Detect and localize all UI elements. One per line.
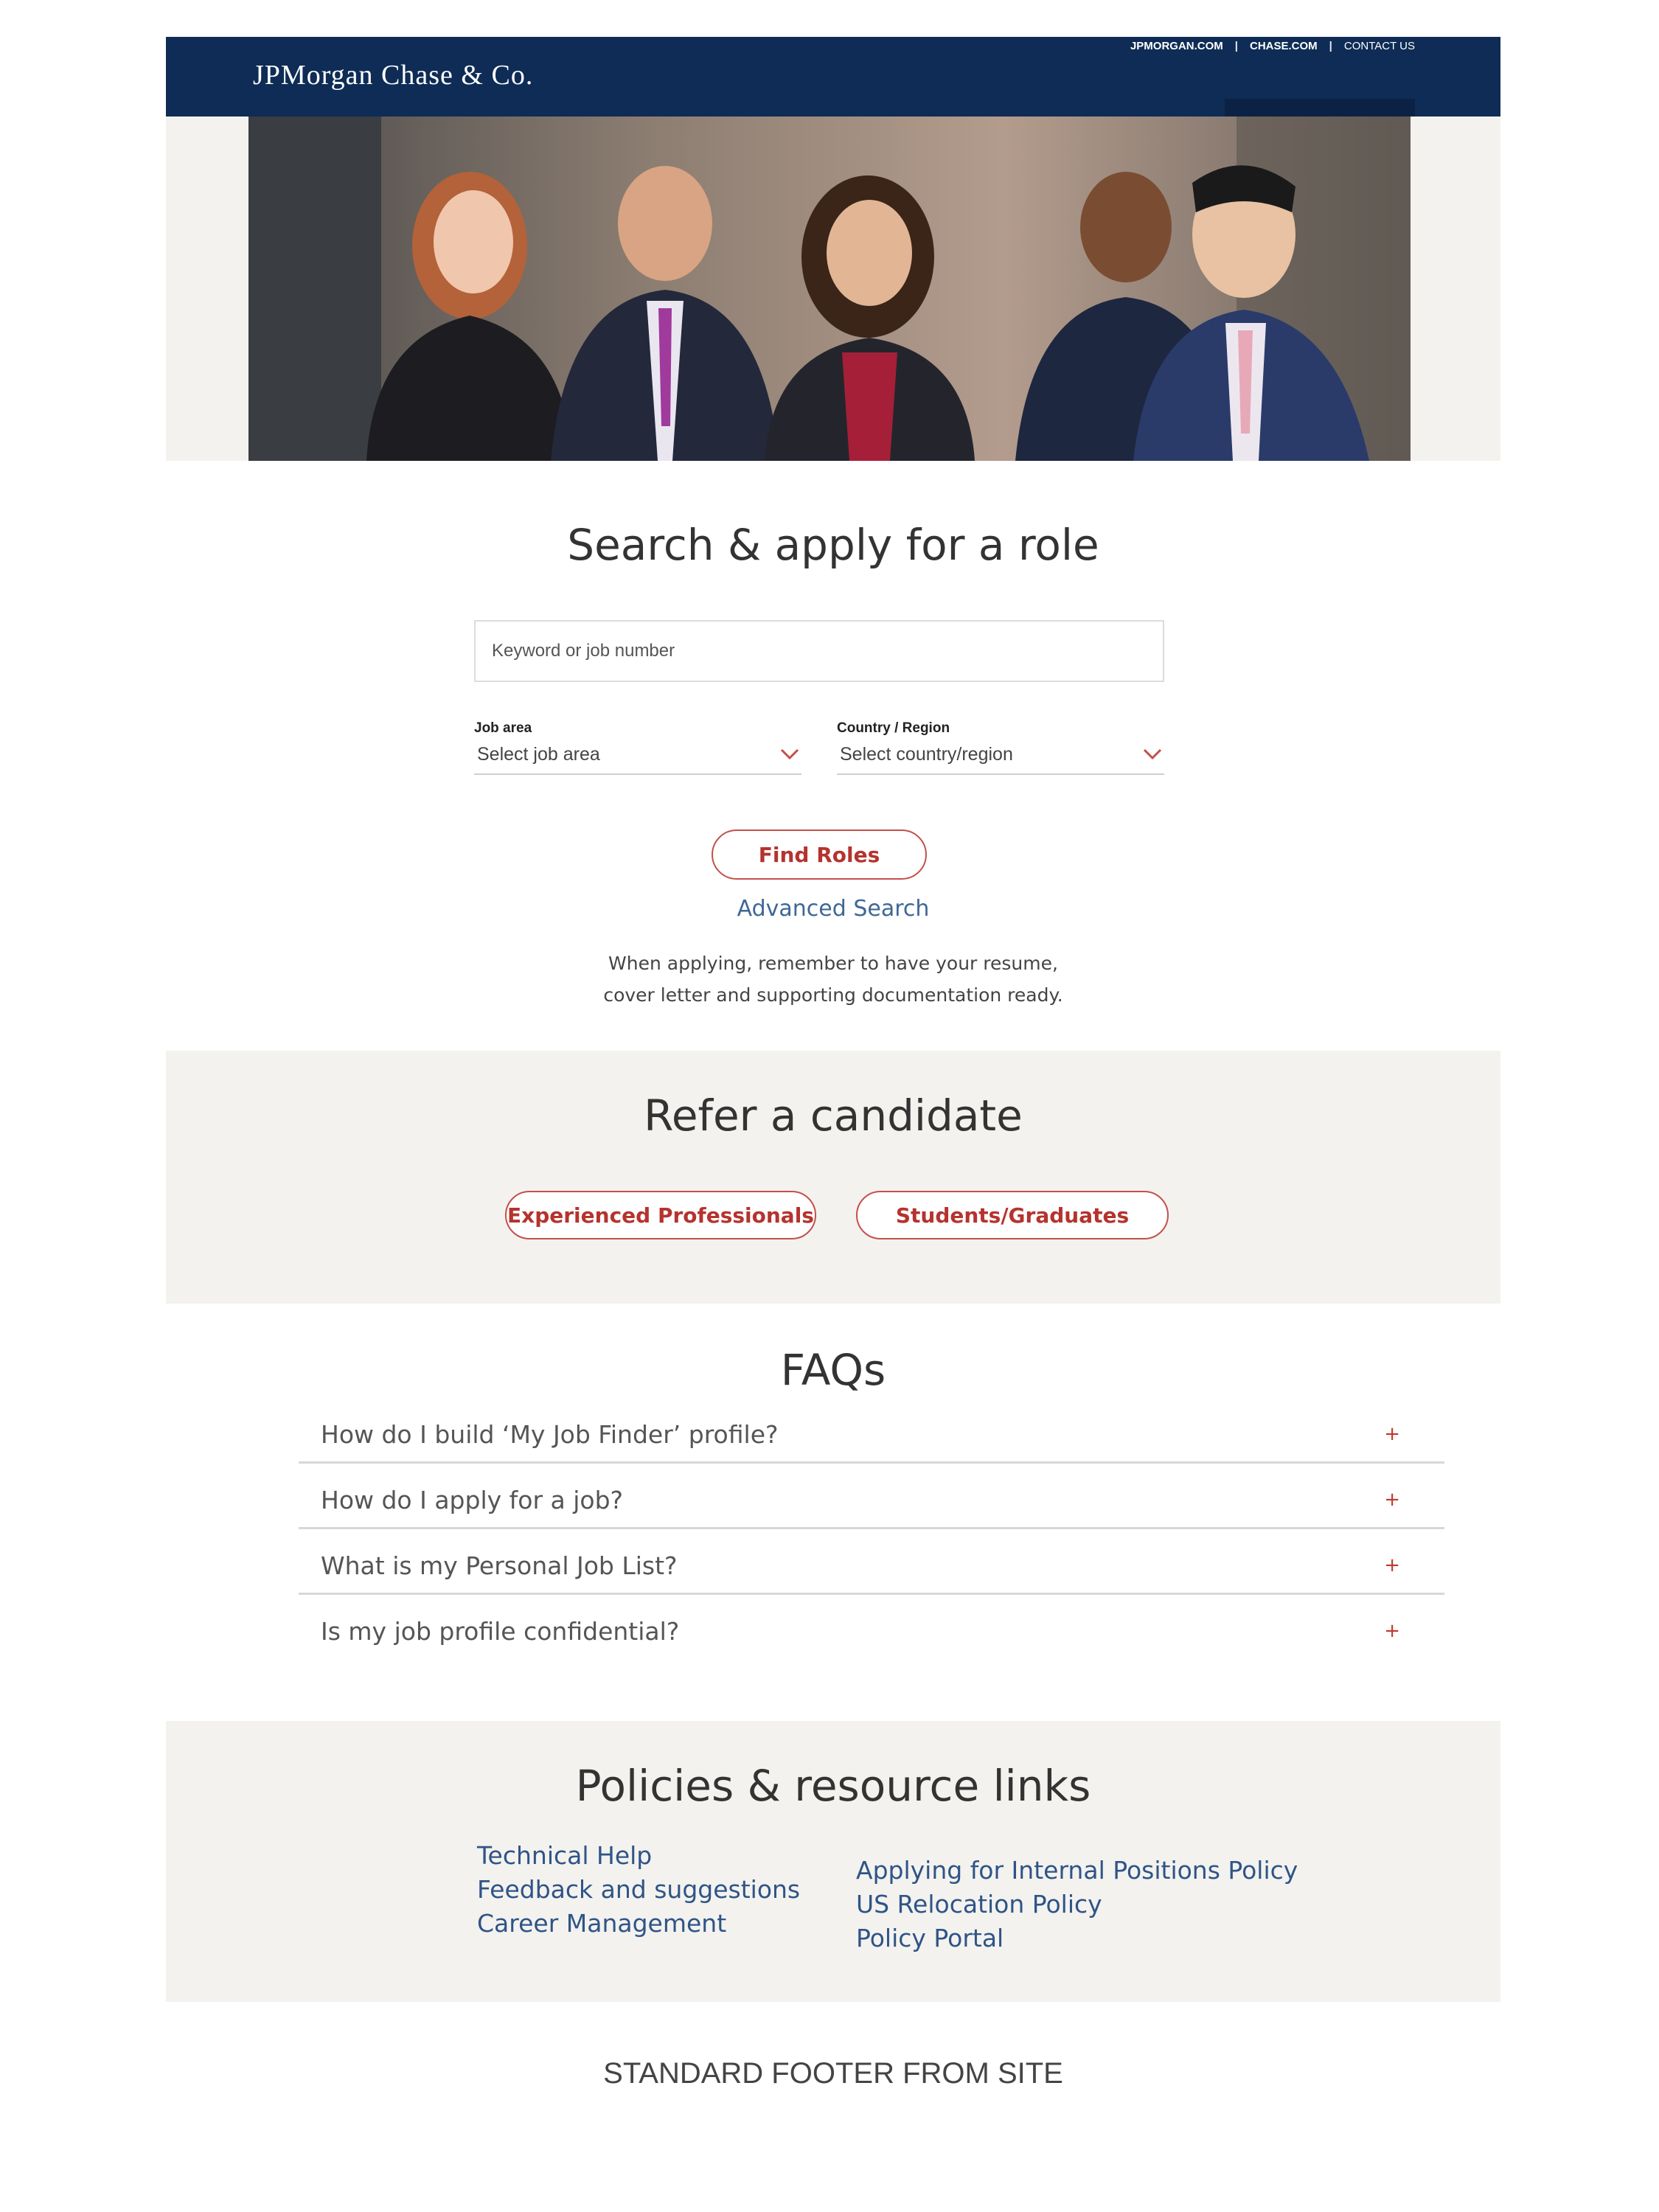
search-title: Search & apply for a role — [567, 520, 1099, 570]
hero-image — [248, 116, 1411, 461]
faq-question: What is my Personal Job List? — [321, 1551, 678, 1580]
job-area-dropdown[interactable]: Select job area — [474, 744, 801, 775]
note-line: When applying, remember to have your res… — [608, 953, 1058, 974]
faq-item[interactable]: What is my Personal Job List? + — [299, 1529, 1444, 1595]
faq-question: How do I build ‘My Job Finder’ profile? — [321, 1420, 779, 1449]
experienced-professionals-button[interactable]: Experienced Professionals — [505, 1191, 816, 1239]
technical-help-link[interactable]: Technical Help — [477, 1839, 800, 1873]
application-note: When applying, remember to have your res… — [166, 947, 1500, 1011]
job-area-select: Job area Select job area — [474, 720, 801, 775]
expand-plus-icon[interactable]: + — [1384, 1489, 1400, 1511]
find-roles-button[interactable]: Find Roles — [712, 830, 927, 880]
resource-links-right: Applying for Internal Positions Policy U… — [856, 1854, 1298, 1955]
search-section: Search & apply for a role Job area Selec… — [166, 461, 1500, 1051]
job-area-label: Job area — [474, 720, 532, 736]
header-tab — [1225, 99, 1415, 116]
resource-links-left: Technical Help Feedback and suggestions … — [477, 1839, 800, 1941]
expand-plus-icon[interactable]: + — [1384, 1554, 1400, 1576]
internal-positions-policy-link[interactable]: Applying for Internal Positions Policy — [856, 1854, 1298, 1888]
keyword-search-input[interactable] — [474, 620, 1164, 682]
students-graduates-button[interactable]: Students/Graduates — [856, 1191, 1169, 1239]
jpmorgan-com-link[interactable]: JPMORGAN.COM — [1130, 40, 1223, 52]
faqs-section: FAQs How do I build ‘My Job Finder’ prof… — [166, 1304, 1500, 1721]
note-line: cover letter and supporting documentatio… — [603, 984, 1063, 1006]
hero-section — [166, 116, 1500, 461]
faqs-title: FAQs — [780, 1345, 886, 1395]
site-header: JPMorgan Chase & Co. JPMORGAN.COM | CHAS… — [166, 37, 1500, 116]
country-region-dropdown[interactable]: Select country/region — [837, 744, 1164, 775]
faq-item[interactable]: How do I build ‘My Job Finder’ profile? … — [299, 1398, 1444, 1464]
policies-section: Policies & resource links Technical Help… — [166, 1721, 1500, 2002]
job-area-value: Select job area — [477, 744, 600, 765]
link-separator: | — [1329, 40, 1332, 52]
feedback-link[interactable]: Feedback and suggestions — [477, 1873, 800, 1907]
country-region-select: Country / Region Select country/region — [837, 720, 1164, 775]
hero-photo — [248, 116, 1411, 461]
us-relocation-policy-link[interactable]: US Relocation Policy — [856, 1888, 1298, 1921]
footer-placeholder: STANDARD FOOTER FROM SITE — [603, 2057, 1063, 2090]
jpmorgan-chase-logo[interactable]: JPMorgan Chase & Co. — [253, 59, 533, 91]
refer-title: Refer a candidate — [644, 1091, 1023, 1141]
link-separator: | — [1234, 40, 1238, 52]
chevron-down-icon — [780, 748, 799, 760]
faq-question: How do I apply for a job? — [321, 1486, 624, 1514]
header-links: JPMORGAN.COM | CHASE.COM | CONTACT US — [1130, 40, 1415, 52]
country-region-value: Select country/region — [840, 744, 1013, 765]
careers-page: JPMorgan Chase & Co. JPMORGAN.COM | CHAS… — [166, 37, 1500, 2090]
chevron-down-icon — [1143, 748, 1162, 760]
refer-section: Refer a candidate Experienced Profession… — [166, 1051, 1500, 1304]
policy-portal-link[interactable]: Policy Portal — [856, 1921, 1298, 1955]
faq-item[interactable]: Is my job profile confidential? + — [299, 1595, 1444, 1658]
contact-us-link[interactable]: CONTACT US — [1344, 40, 1415, 52]
career-management-link[interactable]: Career Management — [477, 1907, 800, 1941]
faq-item[interactable]: How do I apply for a job? + — [299, 1464, 1444, 1529]
chase-com-link[interactable]: CHASE.COM — [1250, 40, 1318, 52]
expand-plus-icon[interactable]: + — [1384, 1423, 1400, 1445]
expand-plus-icon[interactable]: + — [1384, 1620, 1400, 1642]
advanced-search-link[interactable]: Advanced Search — [166, 896, 1500, 922]
faq-question: Is my job profile confidential? — [321, 1617, 680, 1646]
policies-title: Policies & resource links — [575, 1761, 1091, 1811]
country-region-label: Country / Region — [837, 720, 950, 736]
